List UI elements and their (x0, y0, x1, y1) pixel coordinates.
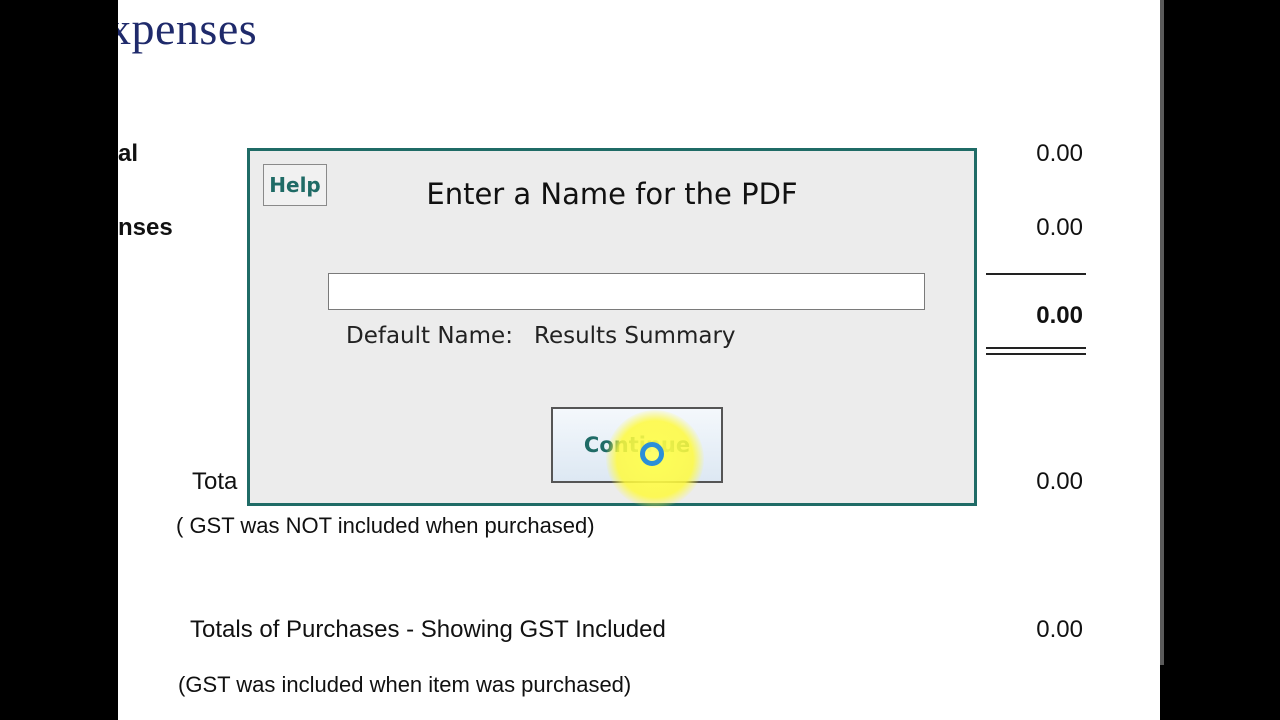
total-rule-double-2 (986, 353, 1086, 355)
purchases-not-included-label: Tota (192, 468, 238, 495)
default-name-value: Results Summary (534, 323, 736, 349)
row-label-2: nses (118, 214, 173, 241)
total-rule-top (986, 273, 1086, 275)
pdf-name-dialog: Help Enter a Name for the PDF Default Na… (247, 148, 977, 506)
row-value-1: 0.00 (1036, 140, 1083, 167)
row-value-2: 0.00 (1036, 214, 1083, 241)
purchases-not-included-value: 0.00 (1036, 468, 1083, 495)
purchases-not-included-note: ( GST was NOT included when purchased) (176, 513, 595, 538)
purchases-included-label: Totals of Purchases - Showing GST Includ… (190, 616, 666, 643)
continue-button[interactable]: Continue (551, 407, 723, 483)
dialog-title: Enter a Name for the PDF (426, 177, 798, 211)
total-rule-double-1 (986, 347, 1086, 349)
total-value: 0.00 (1036, 302, 1083, 329)
report-heading: xpenses (118, 3, 258, 54)
purchases-included-value: 0.00 (1036, 616, 1083, 643)
page-shadow (1160, 0, 1164, 665)
purchases-included-note: (GST was included when item was purchase… (178, 672, 632, 697)
row-label-1: al (118, 140, 139, 167)
default-name-label: Default Name: (346, 323, 513, 349)
pdf-name-input[interactable] (328, 273, 925, 310)
